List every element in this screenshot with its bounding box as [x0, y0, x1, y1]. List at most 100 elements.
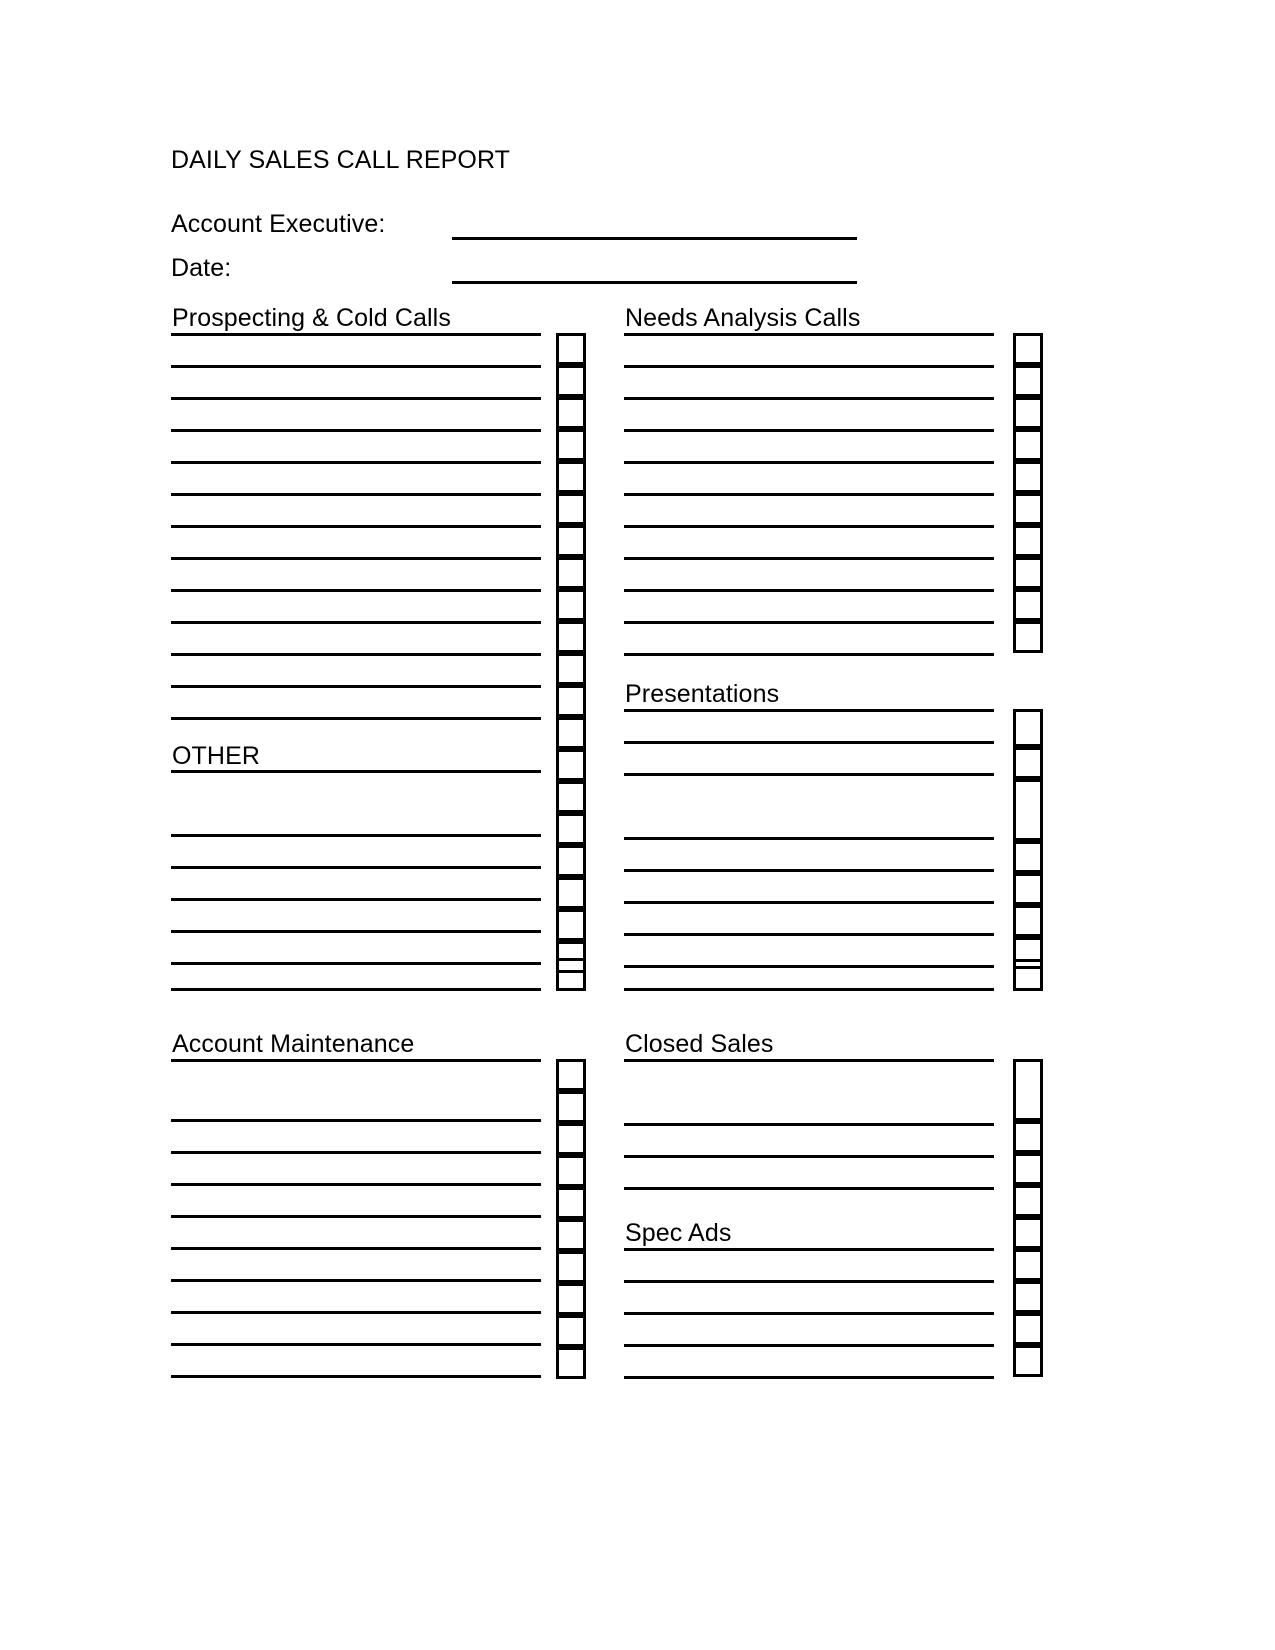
count-box[interactable]: [556, 1315, 586, 1347]
write-line[interactable]: [171, 834, 541, 837]
count-box[interactable]: [556, 493, 586, 525]
count-box[interactable]: [556, 1347, 586, 1379]
count-box[interactable]: [556, 365, 586, 397]
count-box[interactable]: [556, 589, 586, 621]
count-box[interactable]: [556, 333, 586, 365]
date-field[interactable]: [452, 281, 857, 284]
write-line[interactable]: [624, 1155, 994, 1158]
write-line[interactable]: [624, 589, 994, 592]
count-box[interactable]: [1013, 873, 1043, 905]
count-box[interactable]: [1013, 365, 1043, 397]
count-box[interactable]: [1013, 1059, 1043, 1121]
count-box[interactable]: [1013, 905, 1043, 937]
write-line[interactable]: [171, 493, 541, 496]
write-line[interactable]: [171, 365, 541, 368]
count-box[interactable]: [1013, 557, 1043, 589]
count-box[interactable]: [556, 653, 586, 685]
count-box[interactable]: [1013, 1153, 1043, 1185]
write-line[interactable]: [624, 741, 994, 744]
count-box[interactable]: [1013, 461, 1043, 493]
write-line[interactable]: [171, 461, 541, 464]
write-line[interactable]: [171, 557, 541, 560]
write-line[interactable]: [171, 717, 541, 720]
count-box[interactable]: [556, 461, 586, 493]
write-line[interactable]: [624, 1187, 994, 1190]
write-line[interactable]: [171, 1375, 541, 1378]
write-line[interactable]: [624, 493, 994, 496]
count-box[interactable]: [556, 1091, 586, 1123]
count-box[interactable]: [556, 557, 586, 589]
write-line[interactable]: [171, 1183, 541, 1186]
write-line[interactable]: [171, 1343, 541, 1346]
count-box[interactable]: [556, 1155, 586, 1187]
write-line[interactable]: [171, 621, 541, 624]
count-box[interactable]: [1013, 1345, 1043, 1377]
count-box[interactable]: [556, 1283, 586, 1315]
write-line[interactable]: [624, 653, 994, 656]
write-line[interactable]: [624, 1312, 994, 1315]
count-box[interactable]: [556, 1123, 586, 1155]
write-line[interactable]: [171, 685, 541, 688]
count-box[interactable]: [556, 685, 586, 717]
count-box[interactable]: [1013, 525, 1043, 557]
count-box[interactable]: [1013, 747, 1043, 779]
count-box[interactable]: [1013, 841, 1043, 873]
count-box[interactable]: [556, 909, 586, 941]
write-line[interactable]: [171, 866, 541, 869]
count-box[interactable]: [1013, 493, 1043, 525]
count-box[interactable]: [1013, 709, 1043, 747]
write-line[interactable]: [624, 773, 994, 776]
write-line[interactable]: [171, 988, 541, 991]
write-line[interactable]: [624, 525, 994, 528]
count-box[interactable]: [556, 397, 586, 429]
write-line[interactable]: [171, 1279, 541, 1282]
count-box[interactable]: [556, 845, 586, 877]
write-line[interactable]: [624, 933, 994, 936]
write-line[interactable]: [624, 557, 994, 560]
count-box[interactable]: [556, 1251, 586, 1283]
count-box[interactable]: [556, 525, 586, 557]
write-line[interactable]: [624, 837, 994, 840]
count-box[interactable]: [556, 1219, 586, 1251]
count-box[interactable]: [1013, 429, 1043, 461]
write-line[interactable]: [171, 1247, 541, 1250]
count-box[interactable]: [556, 621, 586, 653]
count-box[interactable]: [556, 429, 586, 461]
write-line[interactable]: [624, 1280, 994, 1283]
count-box[interactable]: [556, 749, 586, 781]
count-box[interactable]: [556, 813, 586, 845]
write-line[interactable]: [171, 397, 541, 400]
write-line[interactable]: [171, 589, 541, 592]
write-line[interactable]: [624, 869, 994, 872]
write-line[interactable]: [624, 1123, 994, 1126]
write-line[interactable]: [171, 1151, 541, 1154]
count-box[interactable]: [1013, 1121, 1043, 1153]
count-box[interactable]: [556, 781, 586, 813]
count-box[interactable]: [1013, 959, 1043, 991]
count-box[interactable]: [1013, 1249, 1043, 1281]
write-line[interactable]: [624, 461, 994, 464]
count-box[interactable]: [556, 717, 586, 749]
count-box[interactable]: [1013, 1217, 1043, 1249]
write-line[interactable]: [171, 1119, 541, 1122]
write-line[interactable]: [624, 988, 994, 991]
write-line[interactable]: [624, 365, 994, 368]
count-box[interactable]: [556, 1187, 586, 1219]
write-line[interactable]: [624, 621, 994, 624]
write-line[interactable]: [624, 965, 994, 968]
count-box[interactable]: [556, 958, 586, 991]
write-line[interactable]: [171, 1215, 541, 1218]
write-line[interactable]: [171, 653, 541, 656]
count-box[interactable]: [1013, 397, 1043, 429]
count-box[interactable]: [556, 1059, 586, 1091]
count-box[interactable]: [1013, 589, 1043, 621]
count-box[interactable]: [1013, 1185, 1043, 1217]
write-line[interactable]: [171, 525, 541, 528]
count-box[interactable]: [1013, 779, 1043, 841]
count-box[interactable]: [556, 877, 586, 909]
count-box[interactable]: [1013, 333, 1043, 365]
write-line[interactable]: [624, 429, 994, 432]
write-line[interactable]: [624, 1344, 994, 1347]
count-box[interactable]: [1013, 621, 1043, 653]
write-line[interactable]: [171, 429, 541, 432]
